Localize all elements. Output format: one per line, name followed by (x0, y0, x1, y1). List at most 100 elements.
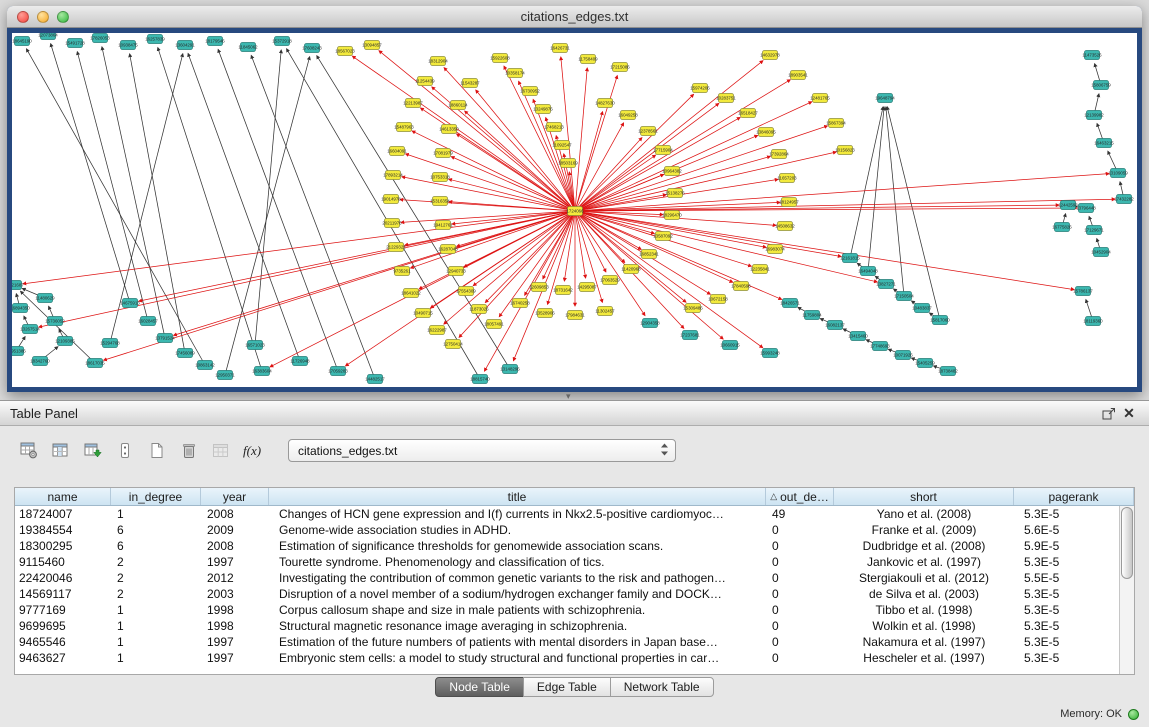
graph-node[interactable]: 18426571 (780, 299, 800, 308)
graph-node[interactable]: 15817060 (930, 316, 950, 325)
import-table-icon[interactable] (208, 441, 234, 461)
graph-edge[interactable] (850, 107, 883, 258)
graph-node[interactable]: 13846095 (756, 128, 776, 137)
graph-node[interactable]: 17984631 (565, 311, 585, 320)
graph-node[interactable]: 17893214 (383, 171, 403, 180)
graph-edge[interactable] (886, 107, 904, 296)
graph-node[interactable]: 17432282 (1114, 195, 1134, 204)
graph-node[interactable]: 18903541 (788, 71, 808, 80)
column-header-name[interactable]: name (15, 488, 111, 505)
graph-node[interactable]: 12940733 (446, 267, 466, 276)
graph-node[interactable]: 14508632 (775, 222, 795, 231)
graph-node[interactable]: 13827271 (876, 280, 896, 289)
graph-node[interactable]: 16518427 (738, 109, 758, 118)
table-scrollbar-thumb[interactable] (1121, 507, 1133, 579)
graph-node[interactable]: 14295087 (577, 283, 597, 292)
table-selector-combo[interactable]: citations_edges.txt (288, 439, 676, 462)
graph-node[interactable]: 10156823 (835, 146, 855, 155)
graph-node[interactable]: 17059283 (328, 367, 348, 376)
graph-edge[interactable] (444, 68, 575, 211)
graph-node[interactable]: 16049258 (618, 111, 638, 120)
tab-network-table[interactable]: Network Table (610, 677, 714, 697)
graph-node[interactable]: 18057491 (484, 320, 504, 329)
graph-node[interactable]: 16852341 (639, 250, 659, 259)
graph-node[interactable]: 15294768 (100, 339, 120, 348)
graph-node[interactable]: 15786137 (1073, 287, 1093, 296)
network-canvas[interactable]: 1724066183129041125443912213987154879631… (12, 33, 1137, 387)
graph-node[interactable]: 11254439 (415, 77, 435, 86)
graph-node[interactable]: 11302457 (595, 307, 615, 316)
show-columns-icon[interactable] (48, 441, 74, 461)
graph-node[interactable]: 19412761 (433, 221, 453, 230)
graph-node[interactable]: 16257839 (145, 35, 165, 44)
graph-node[interactable]: 17554309 (456, 287, 476, 296)
graph-edge[interactable] (174, 211, 575, 335)
graph-edge[interactable] (575, 123, 624, 211)
graph-node[interactable]: 15491728 (65, 39, 85, 48)
graph-node[interactable]: 12609853 (529, 283, 549, 292)
column-header-pagerank[interactable]: pagerank (1014, 488, 1134, 505)
graph-node[interactable]: 10358174 (505, 69, 525, 78)
table-row[interactable]: 2242004622012Investigating the contribut… (15, 570, 1119, 586)
graph-node[interactable]: 12161815 (840, 254, 860, 263)
graph-node[interactable]: 18815740 (470, 375, 490, 384)
graph-node[interactable]: 18179546 (205, 37, 225, 46)
table-row[interactable]: 1872400712008Changes of HCN gene express… (15, 506, 1119, 522)
graph-node[interactable]: 15372918 (272, 37, 292, 46)
graph-node[interactable]: 15806759 (1091, 81, 1111, 90)
graph-node[interactable]: 12073864 (38, 33, 58, 40)
graph-node[interactable]: 10283751 (716, 94, 736, 103)
graph-node[interactable]: 10483837 (912, 304, 932, 313)
network-graph[interactable]: 1724066183129041125443912213987154879631… (12, 33, 1137, 387)
close-panel-icon[interactable]: ✕ (1119, 405, 1139, 421)
graph-node[interactable]: 12481765 (810, 94, 830, 103)
graph-edge[interactable] (287, 49, 480, 379)
graph-node[interactable]: 9735261 (393, 267, 411, 276)
graph-node[interactable]: 16383604 (252, 367, 272, 376)
graph-node[interactable]: 18645190 (12, 37, 32, 46)
graph-node[interactable]: 18312904 (428, 57, 448, 66)
window-titlebar[interactable]: citations_edges.txt (7, 6, 1142, 28)
graph-node[interactable]: 12235841 (750, 265, 770, 274)
graph-node[interactable]: 21229321 (386, 243, 406, 252)
graph-node[interactable]: 10964382 (662, 167, 682, 176)
graph-node[interactable]: 16463215 (1094, 139, 1114, 148)
graph-node[interactable]: 13791524 (155, 334, 175, 343)
graph-node[interactable]: 15316354 (430, 197, 450, 206)
new-table-icon[interactable] (144, 441, 170, 461)
graph-node[interactable]: 19648794 (875, 94, 895, 103)
graph-node[interactable]: 11845062 (238, 43, 258, 52)
graph-node[interactable]: 18296470 (662, 211, 682, 220)
graph-node[interactable]: 10490715 (413, 309, 433, 318)
graph-node[interactable]: 10452904 (1091, 248, 1111, 257)
graph-node[interactable]: 10660915 (720, 341, 740, 350)
graph-node[interactable]: 17129671 (1084, 226, 1104, 235)
graph-node[interactable]: 15867394 (826, 119, 846, 128)
column-header-short[interactable]: short (834, 488, 1014, 505)
close-window-icon[interactable] (17, 11, 29, 23)
graph-node[interactable]: 12442593 (1058, 201, 1078, 210)
graph-node[interactable]: 17748693 (870, 342, 890, 351)
delete-table-icon[interactable] (176, 441, 202, 461)
graph-edge[interactable] (130, 54, 185, 353)
graph-node[interactable]: 12378561 (638, 127, 658, 136)
graph-node[interactable]: 16287045 (438, 245, 458, 254)
graph-node[interactable]: 12950371 (215, 371, 235, 380)
graph-node[interactable]: 16983074 (765, 245, 785, 254)
graph-edge[interactable] (77, 52, 148, 321)
column-header-out_de[interactable]: △out_de… (766, 488, 834, 505)
graph-node[interactable]: 16775826 (1052, 223, 1072, 232)
table-row[interactable]: 969969511998Structural magnetic resonanc… (15, 618, 1119, 634)
graph-edge[interactable] (23, 211, 575, 284)
column-header-title[interactable]: title (269, 488, 766, 505)
create-column-icon[interactable] (80, 441, 106, 461)
graph-node[interactable]: 18503169 (558, 159, 578, 168)
table-row[interactable]: 946362711997Embryonic stem cells: a mode… (15, 650, 1119, 666)
graph-node[interactable]: 16222987 (427, 326, 447, 335)
graph-node[interactable]: 13267514 (20, 325, 40, 334)
graph-node[interactable]: 17951386 (12, 347, 26, 356)
graph-node[interactable]: 18731642 (553, 286, 573, 295)
graph-node[interactable]: 17237681 (680, 331, 700, 340)
graph-node[interactable]: 12213987 (403, 99, 423, 108)
graph-edge[interactable] (575, 156, 770, 211)
